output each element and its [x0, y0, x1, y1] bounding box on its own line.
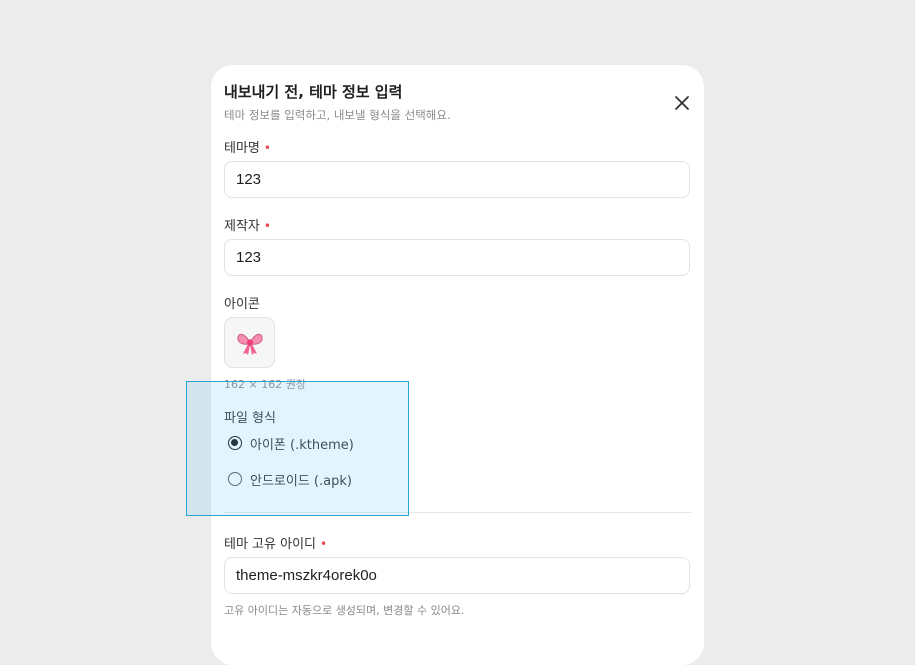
section-divider — [224, 512, 691, 513]
theme-name-label: 테마명 • — [224, 137, 271, 156]
theme-id-label-text: 테마 고유 아이디 — [224, 537, 316, 552]
export-theme-dialog: 내보내기 전, 테마 정보 입력 테마 정보를 입력하고, 내보낼 형식을 선택… — [211, 65, 704, 665]
theme-id-input[interactable] — [224, 557, 690, 594]
close-icon — [675, 96, 689, 110]
author-label-text: 제작자 — [224, 219, 260, 234]
bow-icon — [237, 333, 263, 355]
theme-name-label-text: 테마명 — [224, 141, 260, 156]
theme-id-label: 테마 고유 아이디 • — [224, 533, 327, 552]
radio-android-apk[interactable]: 안드로이드 (.apk) — [228, 468, 352, 490]
required-mark: • — [263, 219, 271, 233]
required-mark: • — [320, 537, 328, 551]
author-label: 제작자 • — [224, 215, 271, 234]
dialog-subtitle: 테마 정보를 입력하고, 내보낼 형식을 선택해요. — [224, 108, 451, 122]
close-button[interactable] — [671, 92, 693, 114]
icon-upload-button[interactable] — [224, 317, 275, 368]
radio-iphone-ktheme[interactable]: 아이폰 (.ktheme) — [228, 432, 354, 454]
icon-size-hint: 162 × 162 권장 — [224, 378, 306, 391]
theme-id-hint: 고유 아이디는 자동으로 생성되며, 변경할 수 있어요. — [224, 604, 465, 617]
radio-button-checked[interactable] — [228, 436, 242, 450]
author-input[interactable] — [224, 239, 690, 276]
radio-label: 아이폰 (.ktheme) — [250, 437, 354, 453]
required-mark: • — [263, 141, 271, 155]
file-format-label: 파일 형식 — [224, 411, 276, 426]
icon-label: 아이콘 — [224, 297, 260, 312]
radio-button[interactable] — [228, 472, 242, 486]
dialog-title: 내보내기 전, 테마 정보 입력 — [224, 83, 403, 101]
theme-name-input[interactable] — [224, 161, 690, 198]
radio-label: 안드로이드 (.apk) — [250, 473, 352, 489]
